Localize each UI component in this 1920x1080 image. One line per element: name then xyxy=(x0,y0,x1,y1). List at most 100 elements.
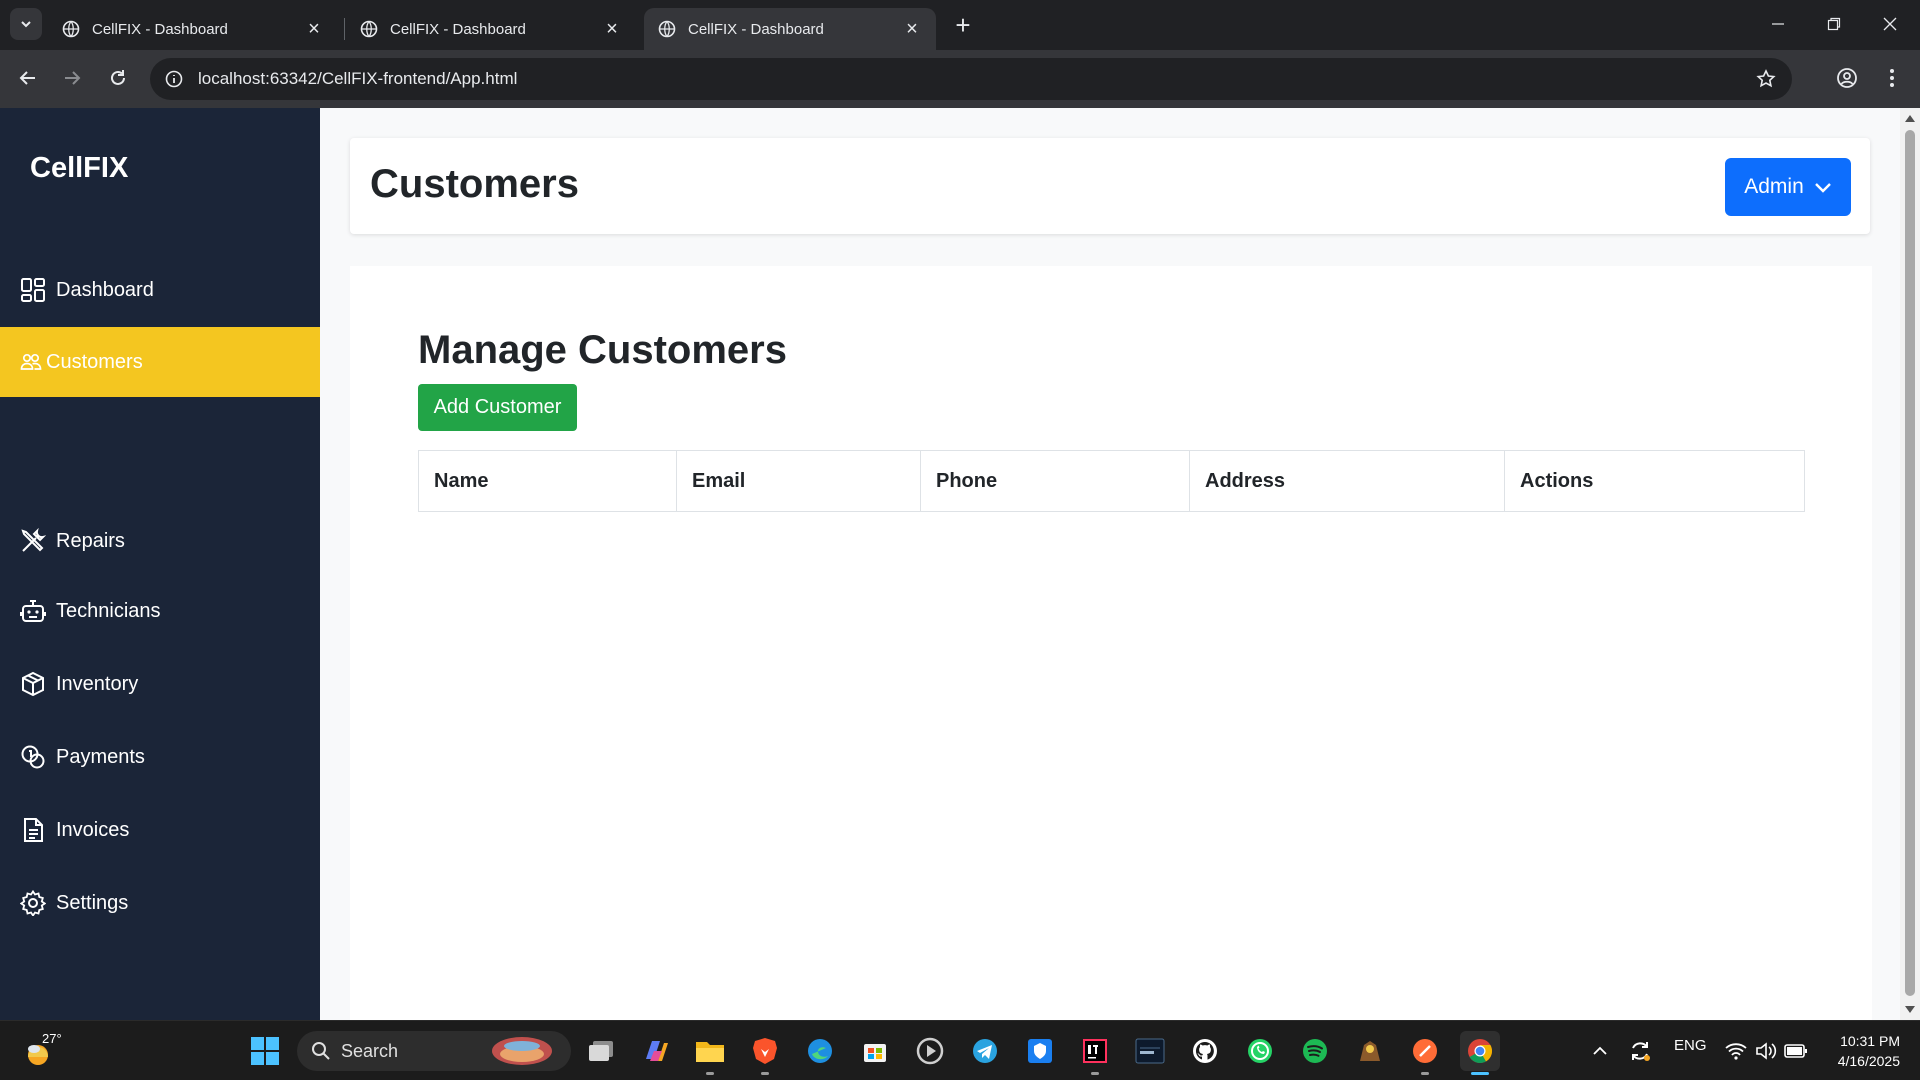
sidebar-item-inventory[interactable]: Inventory xyxy=(0,649,320,719)
microsoft-store-icon[interactable] xyxy=(855,1031,895,1071)
sidebar-item-invoices[interactable]: Invoices xyxy=(0,795,320,865)
tab-divider xyxy=(344,18,345,40)
url-text[interactable]: localhost:63342/CellFIX-frontend/App.htm… xyxy=(198,69,1748,89)
minimize-button[interactable] xyxy=(1750,0,1806,48)
sidebar-item-customers[interactable]: Customers xyxy=(0,327,320,397)
close-tab-icon[interactable]: × xyxy=(598,15,626,43)
close-tab-icon[interactable]: × xyxy=(898,15,926,43)
sync-icon[interactable] xyxy=(1620,1031,1660,1071)
close-tab-icon[interactable]: × xyxy=(300,15,328,43)
clock-date: 4/16/2025 xyxy=(1837,1053,1900,1069)
site-info-icon[interactable] xyxy=(162,67,186,91)
postman-icon[interactable] xyxy=(1405,1031,1445,1075)
column-header-actions: Actions xyxy=(1520,469,1594,492)
taskbar-clock[interactable]: 10:31 PM 4/16/2025 xyxy=(1808,1031,1900,1071)
chevron-down-icon xyxy=(21,21,31,28)
brand-logo[interactable]: CellFIX xyxy=(30,152,128,185)
windows-logo-icon xyxy=(251,1037,279,1065)
close-icon xyxy=(1883,17,1897,31)
admin-dropdown-button[interactable]: Admin xyxy=(1725,158,1851,216)
telegram-icon[interactable] xyxy=(965,1031,1005,1071)
browser-tab[interactable]: CellFIX - Dashboard × xyxy=(346,8,636,50)
tab-title: CellFIX - Dashboard xyxy=(688,20,824,38)
browser-tab-strip: CellFIX - Dashboard × CellFIX - Dashboar… xyxy=(0,0,1920,50)
scroll-down-arrow-icon[interactable] xyxy=(1904,1004,1916,1016)
column-header-phone: Phone xyxy=(921,451,1190,511)
file-explorer-icon[interactable] xyxy=(690,1031,730,1075)
address-bar[interactable]: localhost:63342/CellFIX-frontend/App.htm… xyxy=(150,58,1792,100)
reload-button[interactable] xyxy=(100,60,136,96)
taskbar-search[interactable]: Search xyxy=(297,1031,571,1071)
customers-table: Name Email Phone Address Actions xyxy=(418,450,1805,512)
sidebar-item-label: Technicians xyxy=(56,599,161,622)
tab-search-button[interactable] xyxy=(10,8,42,40)
browser-toolbar: localhost:63342/CellFIX-frontend/App.htm… xyxy=(0,50,1920,108)
tab-title: CellFIX - Dashboard xyxy=(92,20,228,38)
browser-tab-active[interactable]: CellFIX - Dashboard × xyxy=(644,8,936,50)
scroll-up-arrow-icon[interactable] xyxy=(1904,112,1916,124)
copilot-icon[interactable] xyxy=(636,1031,676,1071)
close-window-button[interactable] xyxy=(1862,0,1918,48)
bookmark-star-icon[interactable] xyxy=(1748,61,1784,97)
intellij-idea-icon[interactable] xyxy=(1075,1031,1115,1075)
spotify-icon[interactable] xyxy=(1295,1031,1335,1071)
sidebar-item-label: Dashboard xyxy=(56,278,154,301)
github-icon[interactable] xyxy=(1185,1031,1225,1071)
language-indicator[interactable]: ENG xyxy=(1674,1037,1707,1054)
column-header-email: Email xyxy=(677,451,921,511)
whatsapp-icon[interactable] xyxy=(1240,1031,1280,1071)
main-content: Manage Customers Add Customer Name Email… xyxy=(350,266,1872,1020)
sidebar-item-settings[interactable]: Settings xyxy=(0,868,320,938)
page-scrollbar[interactable] xyxy=(1900,108,1920,1020)
profile-icon xyxy=(1837,68,1857,88)
show-hidden-icons-chevron-up-icon[interactable] xyxy=(1580,1031,1620,1071)
profile-button[interactable] xyxy=(1829,60,1865,96)
sidebar-item-label: Customers xyxy=(46,350,143,373)
taskbar: 27° Search ENG 10:31 PM 4/16/2025 xyxy=(0,1020,1920,1080)
chrome-browser-icon[interactable] xyxy=(1460,1031,1500,1075)
sidebar-item-dashboard[interactable]: Dashboard xyxy=(0,255,320,325)
robot-icon xyxy=(20,600,46,622)
browser-tab[interactable]: CellFIX - Dashboard × xyxy=(48,8,338,50)
arrow-right-icon xyxy=(65,71,81,85)
start-button[interactable] xyxy=(245,1031,285,1071)
sidebar-item-payments[interactable]: Payments xyxy=(0,722,320,792)
tools-icon xyxy=(21,528,46,552)
vpn-icon[interactable] xyxy=(1020,1031,1060,1071)
page-header: Customers Admin xyxy=(350,138,1870,234)
game-app-icon[interactable] xyxy=(1350,1031,1390,1071)
sidebar-item-label: Repairs xyxy=(56,529,125,552)
sidebar-item-repairs[interactable]: Repairs xyxy=(0,506,320,576)
page-viewport: CellFIX Dashboard Customers Repairs Tech… xyxy=(0,108,1920,1020)
search-highlight-icon xyxy=(492,1037,552,1065)
arrow-left-icon xyxy=(19,71,35,85)
browser-menu-button[interactable] xyxy=(1874,60,1910,96)
page-title: Customers xyxy=(370,162,579,206)
edge-browser-icon[interactable] xyxy=(800,1031,840,1071)
search-label: Search xyxy=(341,1040,399,1061)
brave-browser-icon[interactable] xyxy=(745,1031,785,1075)
add-customer-button[interactable]: Add Customer xyxy=(418,384,577,431)
scrollbar-thumb[interactable] xyxy=(1905,130,1915,996)
media-player-icon[interactable] xyxy=(910,1031,950,1071)
sidebar-item-technicians[interactable]: Technicians xyxy=(0,576,320,646)
forward-button[interactable] xyxy=(54,60,90,96)
file-text-icon xyxy=(24,818,43,842)
sidebar-item-label: Settings xyxy=(56,891,129,914)
back-button[interactable] xyxy=(10,60,46,96)
restore-icon xyxy=(1827,17,1841,31)
dashboard-icon xyxy=(21,278,45,302)
reload-icon xyxy=(111,70,125,85)
sidebar-item-label: Invoices xyxy=(56,818,130,841)
gear-icon xyxy=(20,890,46,916)
sidebar-item-label: Payments xyxy=(56,745,145,768)
weather-temperature: 27° xyxy=(42,1031,62,1046)
restore-button[interactable] xyxy=(1806,0,1862,48)
people-icon xyxy=(20,353,42,370)
coins-icon xyxy=(21,745,45,769)
task-view-icon[interactable] xyxy=(581,1031,621,1071)
box-icon xyxy=(22,671,44,697)
new-tab-button[interactable]: + xyxy=(948,10,978,40)
mysql-shell-icon[interactable] xyxy=(1130,1031,1170,1071)
sidebar: CellFIX Dashboard Customers Repairs Tech… xyxy=(0,108,320,1020)
